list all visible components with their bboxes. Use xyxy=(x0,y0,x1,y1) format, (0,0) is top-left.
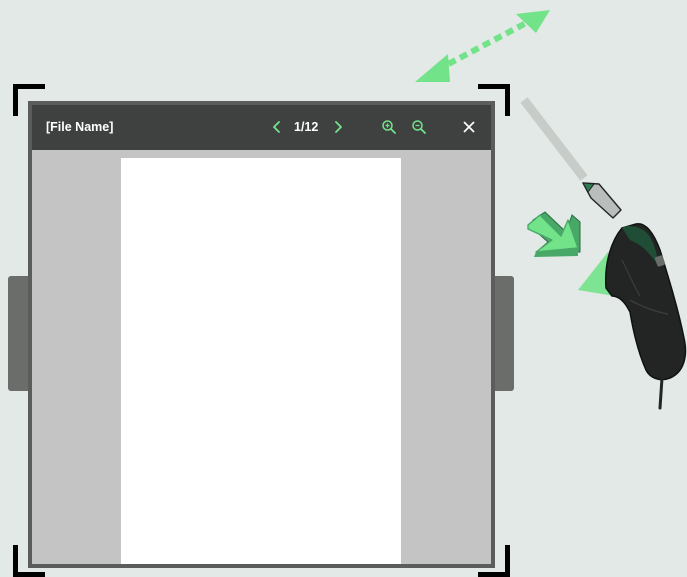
vr-controller-icon xyxy=(604,223,687,410)
pointer-ray-icon xyxy=(520,97,588,181)
interaction-overlay xyxy=(415,10,687,410)
stylus-icon xyxy=(582,182,622,219)
press-arrow-icon xyxy=(527,211,581,257)
diagonal-double-arrow-icon xyxy=(415,10,550,82)
